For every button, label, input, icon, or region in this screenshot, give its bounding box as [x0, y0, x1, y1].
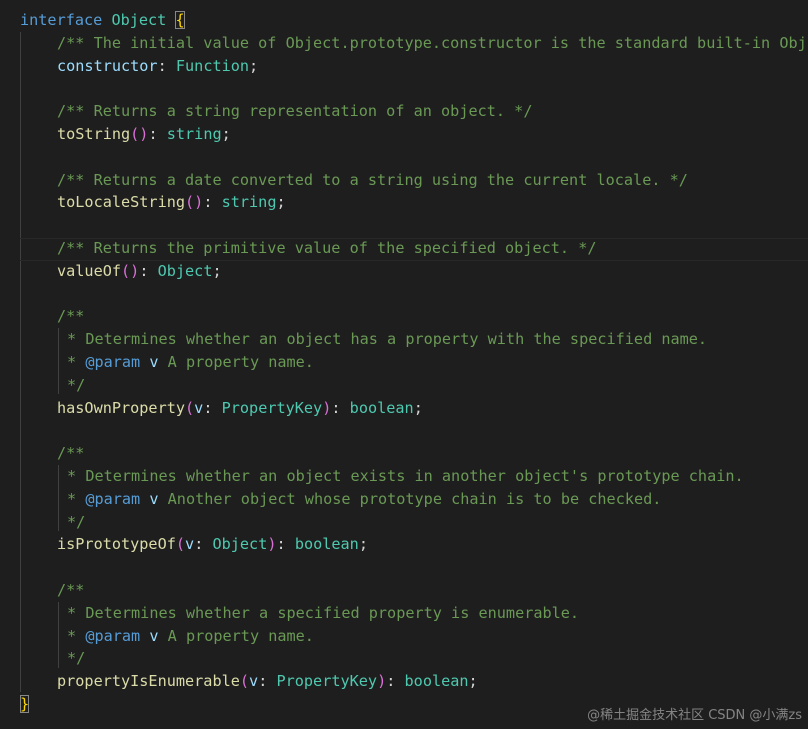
type-name: Function — [175, 56, 250, 75]
code-line: hasOwnProperty(v: PropertyKey): boolean; — [57, 398, 423, 417]
code-line: * @param v Another object whose prototyp… — [20, 488, 807, 511]
doc-comment-open: /** — [57, 444, 85, 463]
type-name: Object — [157, 261, 213, 280]
code-line: * Determines whether an object exists in… — [20, 465, 807, 488]
param-name: v — [149, 352, 159, 371]
code-line: interface Object { — [20, 9, 807, 32]
type-name: string — [166, 124, 222, 143]
param-tag: @param — [85, 626, 141, 645]
comment: /** Returns the primitive value of the s… — [57, 238, 597, 257]
code-line: * Determines whether an object has a pro… — [20, 328, 807, 351]
comment: /** The initial value of Object.prototyp… — [57, 33, 807, 52]
method-name: toLocaleString — [57, 193, 186, 212]
param-name: v — [149, 489, 159, 508]
type-name: PropertyKey — [221, 398, 323, 417]
method-name: propertyIsEnumerable — [57, 672, 240, 691]
doc-star: * — [67, 626, 77, 645]
doc-comment-open: /** — [57, 580, 85, 599]
code-line: constructor: Function; — [57, 56, 259, 75]
code-line: /** — [20, 579, 807, 602]
param-tag: @param — [85, 352, 141, 371]
comment: /** Returns a date converted to a string… — [57, 170, 688, 189]
type-name: string — [221, 193, 277, 212]
code-line: valueOf(): Object; — [57, 261, 222, 280]
comment: /** Returns a string representation of a… — [57, 102, 533, 121]
type-name: PropertyKey — [276, 672, 378, 691]
return-type: boolean — [349, 398, 414, 417]
code-line: /** The initial value of Object.prototyp… — [20, 32, 807, 55]
argument-name: v — [185, 535, 195, 554]
return-type: boolean — [294, 535, 359, 554]
argument-name: v — [194, 398, 204, 417]
doc-description: Determines whether an object exists in a… — [85, 466, 744, 485]
param-description: A property name. — [167, 626, 314, 645]
code-line: */ — [20, 647, 807, 670]
code-line: /** Returns a string representation of a… — [20, 100, 807, 123]
code-line: */ — [20, 374, 807, 397]
code-line: * Determines whether a specified propert… — [20, 602, 807, 625]
doc-star: * — [67, 603, 77, 622]
doc-comment-close: */ — [67, 649, 86, 668]
doc-star: * — [67, 466, 77, 485]
open-brace: { — [175, 11, 185, 29]
watermark: @稀土掘金技术社区 CSDN @小满zs — [587, 708, 802, 723]
param-name: v — [149, 626, 159, 645]
return-type: boolean — [404, 672, 469, 691]
method-name: valueOf — [57, 261, 122, 280]
doc-star: * — [67, 352, 77, 371]
method-name: isPrototypeOf — [57, 535, 176, 554]
code-line: /** — [20, 305, 807, 328]
code-line: toLocaleString(): string; — [57, 193, 286, 212]
code-block: interface Object { /** The initial value… — [20, 9, 807, 716]
code-line: */ — [20, 511, 807, 534]
doc-comment-open: /** — [57, 307, 85, 326]
code-line: * @param v A property name. — [20, 625, 807, 648]
code-line: isPrototypeOf(v: Object): boolean; — [57, 535, 368, 554]
method-name: hasOwnProperty — [57, 398, 186, 417]
code-line: /** — [20, 442, 807, 465]
doc-comment-close: */ — [67, 512, 86, 531]
argument-name: v — [249, 672, 259, 691]
code-line: /** Returns the primitive value of the s… — [20, 237, 807, 260]
interface-name: Object — [111, 11, 167, 29]
method-name: toString — [57, 124, 131, 143]
doc-description: Determines whether a specified property … — [85, 603, 580, 622]
code-line: toString(): string; — [57, 124, 231, 143]
param-tag: @param — [85, 489, 141, 508]
keyword: interface — [20, 11, 103, 29]
code-editor[interactable]: interface Object { /** The initial value… — [0, 0, 808, 729]
code-line: /** Returns a date converted to a string… — [20, 169, 807, 192]
close-brace: } — [20, 694, 30, 713]
param-description: A property name. — [167, 352, 314, 371]
doc-comment-close: */ — [67, 375, 86, 394]
code-line: propertyIsEnumerable(v: PropertyKey): bo… — [57, 672, 478, 691]
property-name: constructor — [57, 56, 158, 75]
code-line: * @param v A property name. — [20, 351, 807, 374]
doc-star: * — [67, 489, 77, 508]
type-name: Object — [212, 535, 268, 554]
doc-star: * — [67, 330, 77, 349]
param-description: Another object whose prototype chain is … — [167, 489, 662, 508]
doc-description: Determines whether an object has a prope… — [85, 330, 708, 349]
